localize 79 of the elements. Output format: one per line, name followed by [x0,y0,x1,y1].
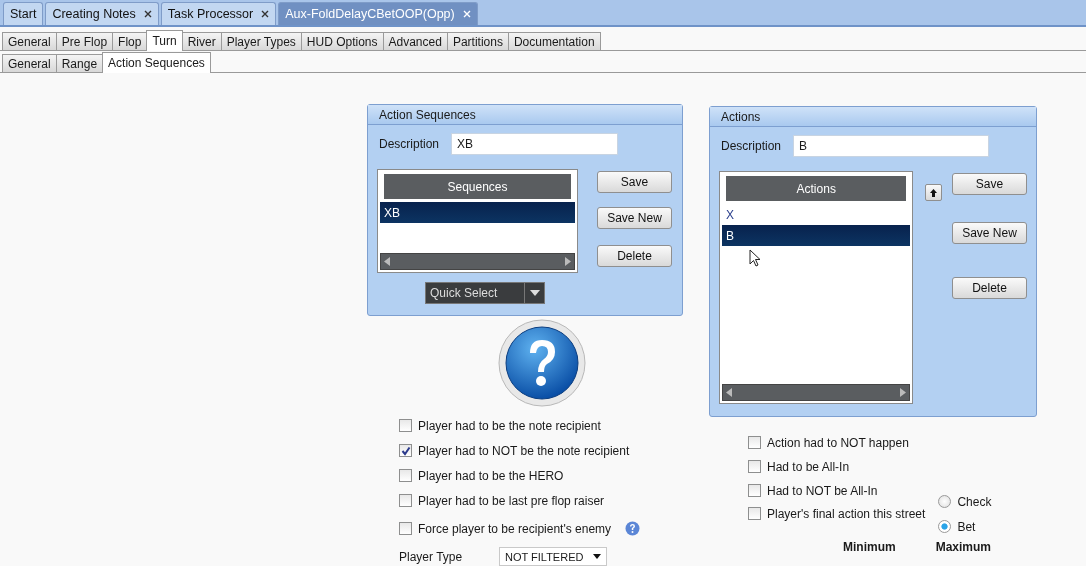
action-button[interactable]: Save New [952,222,1027,244]
dropdown-arrow-icon [593,554,601,559]
scroll-left-icon[interactable] [726,388,732,397]
checkbox-label: Had to NOT be All-In [767,483,878,498]
scroll-left-icon[interactable] [384,257,390,266]
checkbox[interactable] [399,444,412,457]
tab[interactable]: Pre Flop [55,32,114,50]
panel-title: Action Sequences [368,105,682,125]
document-tab[interactable]: Start [3,2,44,25]
checkbox-label: Player had to NOT be the note recipient [418,443,630,458]
action-button[interactable]: Delete [952,277,1027,299]
checkbox[interactable] [399,469,412,482]
list-row[interactable]: X [722,204,911,225]
action-button[interactable]: Save New [597,207,672,229]
radio-button[interactable] [938,520,952,533]
checkbox[interactable] [399,522,412,535]
list-row[interactable]: XB [380,202,575,223]
checkbox-label: Force player to be recipient's enemy [418,521,612,536]
horizontal-scrollbar[interactable] [380,253,575,270]
tab[interactable]: Range [55,54,104,72]
horizontal-scrollbar[interactable] [722,384,911,401]
tab[interactable]: Flop [112,32,148,50]
scroll-right-icon[interactable] [900,388,907,397]
tab[interactable]: Documentation [507,32,601,50]
checkbox-label: Action had to NOT happen [767,435,909,450]
panel-title: Actions [710,107,1036,127]
description-field[interactable]: XB [451,133,619,155]
radio-label: Bet [957,519,976,534]
move-up-button[interactable] [925,184,942,201]
tab[interactable]: Action Sequences [102,52,211,73]
document-tab[interactable]: Creating Notes [45,2,159,25]
tab-label: Aux-FoldDelayCBetOOP(Opp) [285,7,455,21]
action-button[interactable]: Save [597,171,672,193]
column-heading: Minimum [843,540,896,554]
player-type-dropdown[interactable]: NOT FILTERED [499,547,607,566]
checkbox-label: Player's final action this street [767,506,926,521]
column-heading: Maximum [935,540,992,554]
checkbox[interactable] [748,460,761,473]
tab[interactable]: River [181,32,222,50]
mouse-cursor-icon [749,249,761,268]
radio-label: Check [957,494,992,509]
action-button[interactable]: Save [952,173,1027,195]
list-header: Sequences [384,174,571,199]
tab[interactable]: Advanced [382,32,448,50]
tab-label: Creating Notes [52,7,136,21]
dropdown-arrow-icon [529,290,540,296]
checkbox[interactable] [399,494,412,507]
checkbox[interactable] [399,419,412,432]
document-tab[interactable]: Task Processor [160,2,277,25]
list-row[interactable]: B [722,225,911,246]
tab[interactable]: Turn [146,30,183,51]
help-icon[interactable] [498,319,586,407]
checkbox[interactable] [748,484,761,497]
checkbox-label: Player had to be the note recipient [418,418,601,433]
action-button[interactable]: Delete [597,245,672,267]
scroll-right-icon[interactable] [565,257,571,266]
tab-label: Task Processor [167,7,254,21]
tab[interactable]: HUD Options [300,32,384,50]
field-label: Player Type [399,549,464,564]
list-header: Actions [726,176,907,201]
arrow-up-icon [930,188,938,197]
quick-select-dropdown[interactable]: Quick Select [425,282,545,304]
tab[interactable]: Player Types [220,32,302,50]
radio-button[interactable] [938,495,952,508]
tab-label: Start [10,7,37,21]
checkbox-label: Player had to be the HERO [418,468,564,483]
tab[interactable]: General [2,54,57,72]
checkbox[interactable] [748,436,761,449]
close-icon[interactable] [143,10,152,18]
help-icon[interactable] [625,521,641,536]
checkbox[interactable] [748,507,761,520]
field-label: Description [379,137,440,151]
tab[interactable]: General [2,32,57,50]
checkbox-label: Had to be All-In [767,459,850,474]
close-icon[interactable] [261,10,270,18]
description-field[interactable]: B [793,135,990,157]
field-label: Description [721,139,782,153]
tab[interactable]: Partitions [446,32,509,50]
checkbox-label: Player had to be last pre flop raiser [418,493,605,508]
